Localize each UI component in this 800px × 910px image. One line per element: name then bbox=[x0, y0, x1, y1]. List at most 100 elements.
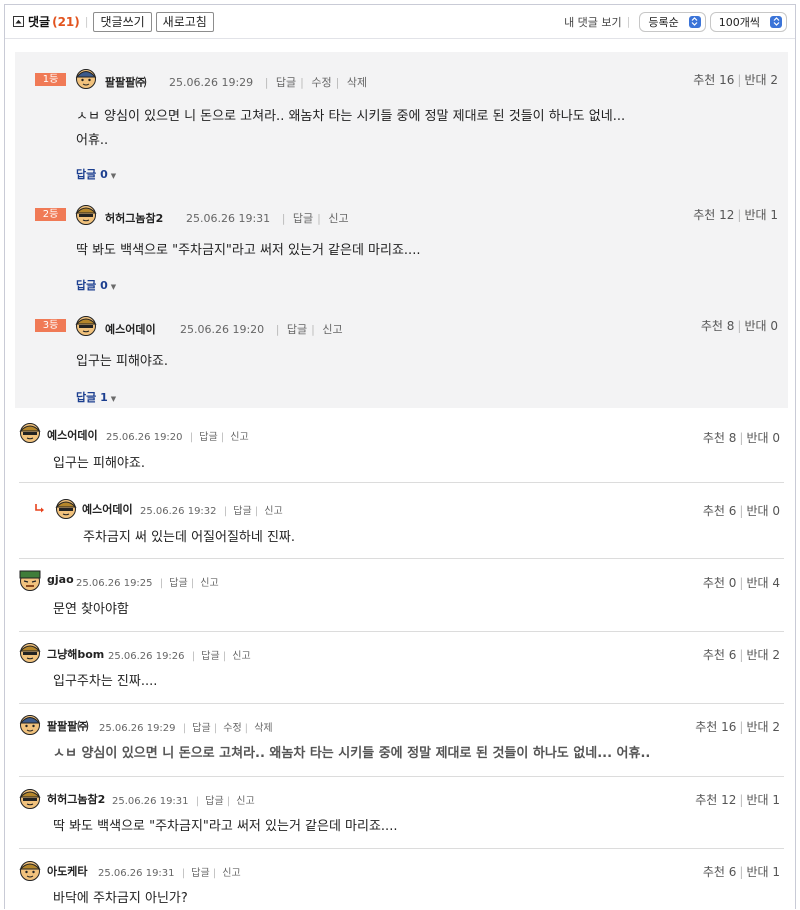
author-name[interactable]: 예스어데이 bbox=[47, 427, 98, 443]
comment-text: 입구주차는 진짜.... bbox=[53, 674, 158, 689]
reply-link[interactable]: 답글 bbox=[192, 723, 210, 734]
comment-meta: 25.06.26 19:31 | 답글 | 신고 bbox=[186, 212, 349, 225]
best-comment: 2등 허허그놈참2 25.06.26 19:31 | 답글 | 신고 추천 12 |… bbox=[15, 177, 788, 292]
avatar-icon[interactable] bbox=[19, 713, 41, 735]
comment-meta: 25.06.26 19:25 | 답글 | 신고 bbox=[76, 578, 219, 589]
comment-title: 댓글 bbox=[28, 15, 51, 29]
comment-time: 25.06.26 19:25 bbox=[76, 578, 153, 589]
edit-link[interactable]: 수정 bbox=[311, 76, 331, 89]
author-name[interactable]: 그냥해bom bbox=[47, 646, 104, 662]
avatar-icon[interactable] bbox=[75, 203, 97, 225]
vote-counts: 추천 12 | 반대 1 bbox=[693, 208, 778, 222]
downvote-count[interactable]: 반대 2 bbox=[744, 73, 778, 87]
collapse-icon[interactable] bbox=[13, 16, 24, 27]
author-name[interactable]: 팔팔팔㈜ bbox=[105, 74, 146, 90]
avatar-icon[interactable] bbox=[19, 859, 41, 881]
comment-meta: 25.06.26 19:29 | 답글 | 수정 | 삭제 bbox=[169, 76, 368, 89]
vote-counts: 추천 12 | 반대 1 bbox=[695, 793, 780, 807]
downvote-count[interactable]: 반대 4 bbox=[746, 576, 780, 590]
report-link[interactable]: 신고 bbox=[200, 578, 218, 589]
upvote-count[interactable]: 추천 12 bbox=[695, 793, 736, 807]
downvote-count[interactable]: 반대 0 bbox=[744, 319, 778, 333]
reply-link[interactable]: 답글 bbox=[233, 506, 251, 517]
upvote-count[interactable]: 추천 6 bbox=[703, 648, 737, 662]
reply-link[interactable]: 답글 bbox=[199, 432, 217, 443]
rank-badge: 3등 bbox=[35, 319, 66, 332]
downvote-count[interactable]: 반대 0 bbox=[746, 504, 780, 518]
author-name[interactable]: 예스어데이 bbox=[105, 321, 156, 337]
reply-link[interactable]: 답글 bbox=[205, 796, 223, 807]
comment-meta: 25.06.26 19:20 | 답글 | 신고 bbox=[180, 323, 343, 336]
comment-item: 예스어데이 25.06.26 19:20 | 답글 | 신고 추천 8 | 반대 0 … bbox=[19, 417, 784, 483]
reply-count: 답글 1 bbox=[76, 391, 108, 404]
upvote-count[interactable]: 추천 8 bbox=[703, 431, 737, 445]
author-name[interactable]: 허허그놈참2 bbox=[105, 210, 163, 226]
vote-counts: 추천 8 | 반대 0 bbox=[700, 319, 778, 333]
downvote-count[interactable]: 반대 0 bbox=[746, 431, 780, 445]
comment-time: 25.06.26 19:20 bbox=[180, 323, 265, 336]
per-page-select[interactable]: 100개씩 bbox=[709, 11, 787, 32]
my-comments-link[interactable]: 내 댓글 보기 bbox=[564, 14, 622, 30]
downvote-count[interactable]: 반대 1 bbox=[746, 793, 780, 807]
upvote-count[interactable]: 추천 6 bbox=[703, 504, 737, 518]
upvote-count[interactable]: 추천 16 bbox=[695, 720, 736, 734]
divider: | bbox=[84, 15, 89, 28]
delete-link[interactable]: 삭제 bbox=[347, 76, 367, 89]
reply-link[interactable]: 답글 bbox=[293, 212, 313, 225]
reply-link[interactable]: 답글 bbox=[201, 651, 219, 662]
comment-text: 딱 봐도 백색으로 "주차금지"라고 써저 있는거 같은데 마리죠.... bbox=[76, 243, 421, 258]
divider: | bbox=[626, 15, 631, 28]
edit-link[interactable]: 수정 bbox=[223, 723, 241, 734]
upvote-count[interactable]: 추천 16 bbox=[693, 73, 734, 87]
downvote-count[interactable]: 반대 1 bbox=[744, 208, 778, 222]
refresh-button[interactable]: 새로고침 bbox=[155, 11, 214, 32]
comment-time: 25.06.26 19:31 bbox=[112, 796, 189, 807]
reply-toggle[interactable]: 답글 1 ▼ bbox=[76, 389, 116, 405]
upvote-count[interactable]: 추천 6 bbox=[703, 865, 737, 879]
write-comment-button[interactable]: 댓글쓰기 bbox=[93, 11, 152, 32]
comment-item: 그냥해bom 25.06.26 19:26 | 답글 | 신고 추천 6 | 반대 2… bbox=[19, 632, 784, 703]
reply-link[interactable]: 답글 bbox=[287, 323, 307, 336]
avatar-icon[interactable] bbox=[19, 421, 41, 443]
author-name[interactable]: 팔팔팔㈜ bbox=[47, 718, 88, 734]
avatar-icon[interactable] bbox=[75, 314, 97, 336]
delete-link[interactable]: 삭제 bbox=[254, 723, 272, 734]
report-link[interactable]: 신고 bbox=[222, 868, 240, 879]
report-link[interactable]: 신고 bbox=[230, 432, 248, 443]
avatar-icon[interactable] bbox=[19, 787, 41, 809]
comment-time: 25.06.26 19:20 bbox=[106, 432, 183, 443]
comment-text: ㅅㅂ 양심이 있으면 니 돈으로 고쳐라.. 왜놈차 타는 시키들 중에 정말 … bbox=[76, 109, 626, 148]
reply-link[interactable]: 답글 bbox=[191, 868, 209, 879]
author-name[interactable]: gjao bbox=[47, 573, 74, 586]
select-arrow-icon bbox=[688, 15, 701, 28]
author-name[interactable]: 허허그놈참2 bbox=[47, 791, 105, 807]
report-link[interactable]: 신고 bbox=[322, 323, 342, 336]
upvote-count[interactable]: 추천 8 bbox=[701, 319, 735, 333]
comment-text: 바닥에 주차금지 아닌가? bbox=[53, 891, 188, 906]
per-page-select-value: 100개씩 bbox=[718, 15, 760, 29]
reply-link[interactable]: 답글 bbox=[169, 578, 187, 589]
sort-select[interactable]: 등록순 bbox=[639, 11, 706, 32]
avatar-icon[interactable] bbox=[19, 569, 41, 591]
sort-select-value: 등록순 bbox=[648, 15, 679, 29]
avatar-icon[interactable] bbox=[19, 641, 41, 663]
upvote-count[interactable]: 추천 0 bbox=[703, 576, 737, 590]
downvote-count[interactable]: 반대 2 bbox=[746, 720, 780, 734]
downvote-count[interactable]: 반대 1 bbox=[746, 865, 780, 879]
report-link[interactable]: 신고 bbox=[264, 506, 282, 517]
report-link[interactable]: 신고 bbox=[232, 651, 250, 662]
author-name[interactable]: 아도케타 bbox=[47, 863, 87, 879]
vote-counts: 추천 6 | 반대 1 bbox=[702, 865, 780, 879]
reply-item: 예스어데이 25.06.26 19:32 | 답글 | 신고 추천 6 | 반대 0 … bbox=[19, 483, 784, 555]
report-link[interactable]: 신고 bbox=[328, 212, 348, 225]
avatar-icon[interactable] bbox=[75, 67, 97, 89]
avatar-icon[interactable] bbox=[55, 497, 77, 519]
downvote-count[interactable]: 반대 2 bbox=[746, 648, 780, 662]
vote-counts: 추천 16 | 반대 2 bbox=[693, 73, 778, 87]
report-link[interactable]: 신고 bbox=[236, 796, 254, 807]
upvote-count[interactable]: 추천 12 bbox=[693, 208, 734, 222]
comment-text: 딱 봐도 백색으로 "주차금지"라고 써저 있는거 같은데 마리죠.... bbox=[53, 819, 398, 834]
reply-link[interactable]: 답글 bbox=[276, 76, 296, 89]
author-name[interactable]: 예스어데이 bbox=[82, 501, 133, 517]
comment-item: 허허그놈참2 25.06.26 19:31 | 답글 | 신고 추천 12 | 반대 … bbox=[19, 777, 784, 848]
